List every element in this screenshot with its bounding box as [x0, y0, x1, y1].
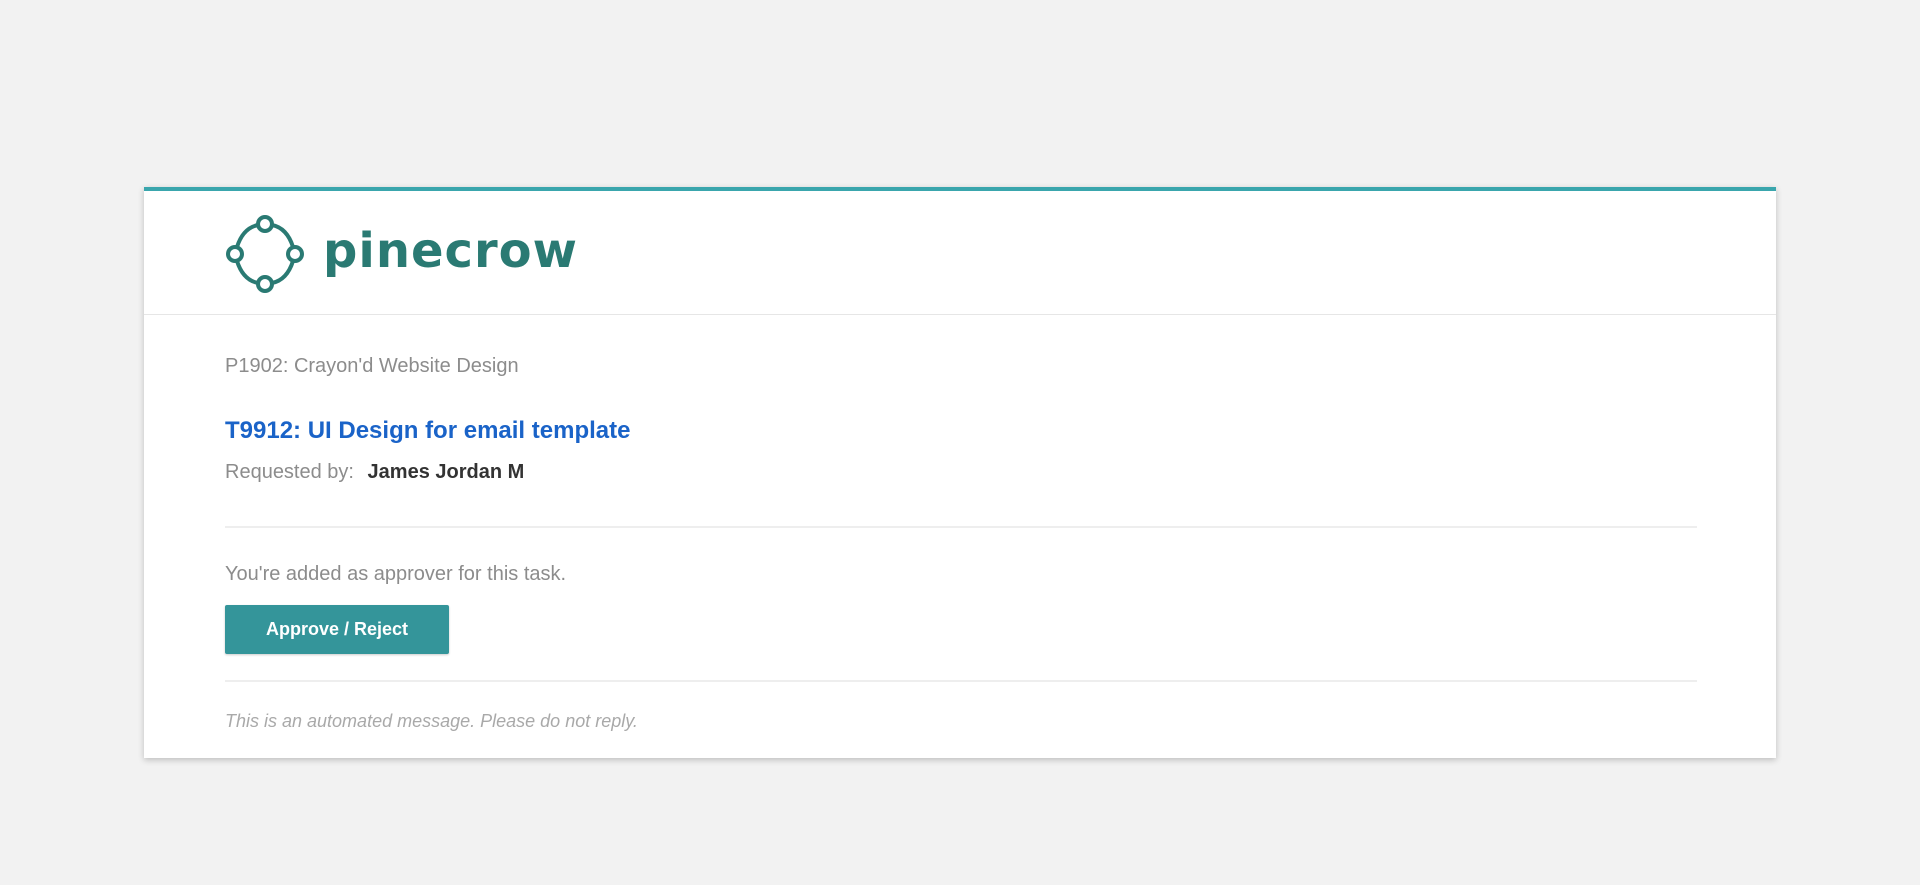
task-title-link[interactable]: T9912: UI Design for email template [225, 417, 630, 445]
requester-name: James Jordan M [367, 461, 525, 483]
approver-notice: You're added as approver for this task. [225, 563, 567, 585]
approve-reject-button[interactable]: Approve / Reject [225, 605, 449, 654]
pinecrow-logo-icon [226, 215, 304, 293]
brand-name: pinecrow [323, 223, 578, 279]
email-header: pinecrow [144, 191, 1776, 315]
automated-message-note: This is an automated message. Please do … [225, 711, 638, 731]
brand-logo: pinecrow [225, 214, 578, 294]
requested-by-label: Requested by: [225, 461, 354, 483]
email-card: pinecrow P1902: Crayon'd Website Design … [144, 187, 1776, 758]
divider [225, 680, 1697, 682]
divider [225, 526, 1697, 528]
requested-by: Requested by: James Jordan M [225, 461, 524, 484]
project-name: P1902: Crayon'd Website Design [225, 355, 519, 377]
